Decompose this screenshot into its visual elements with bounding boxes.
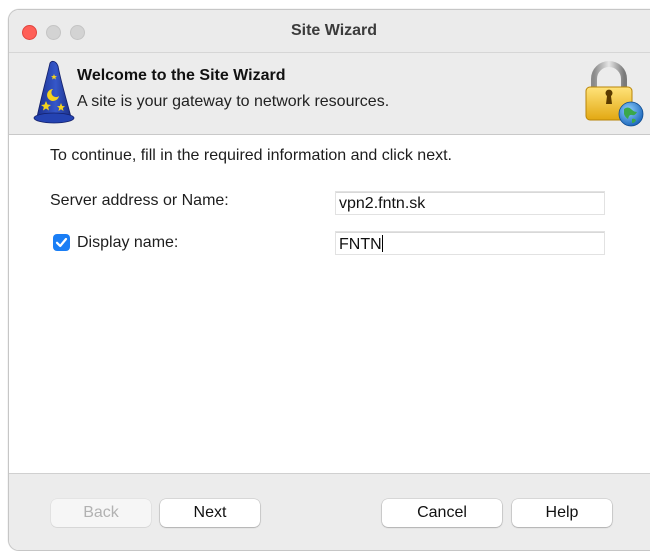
display-name-value: FNTN — [339, 236, 382, 253]
server-address-label: Server address or Name: — [50, 192, 229, 209]
wizard-hat-icon — [33, 60, 77, 131]
header-subtitle: A site is your gateway to network resour… — [77, 93, 390, 110]
cancel-button[interactable]: Cancel — [382, 499, 502, 527]
text-cursor — [381, 235, 383, 252]
site-wizard-window: Site Wizard Welcome to the Site Wizard A… — [8, 9, 650, 551]
display-name-label: Display name: — [77, 234, 179, 251]
server-address-field[interactable]: vpn2.fntn.sk — [335, 191, 605, 215]
checkmark-icon — [55, 237, 68, 248]
display-name-field[interactable]: FNTN — [335, 231, 605, 255]
back-button[interactable]: Back — [51, 499, 151, 527]
next-button[interactable]: Next — [160, 499, 260, 527]
title-bar: Site Wizard — [9, 10, 650, 53]
window-title: Site Wizard — [290, 22, 378, 39]
lock-globe-icon — [583, 59, 645, 134]
display-name-checkbox[interactable] — [53, 234, 70, 251]
header-title: Welcome to the Site Wizard — [77, 67, 286, 84]
help-button[interactable]: Help — [512, 499, 612, 527]
instruction-text: To continue, fill in the required inform… — [50, 147, 452, 164]
wizard-header: Welcome to the Site Wizard A site is you… — [9, 53, 650, 135]
server-address-value: vpn2.fntn.sk — [339, 195, 426, 212]
